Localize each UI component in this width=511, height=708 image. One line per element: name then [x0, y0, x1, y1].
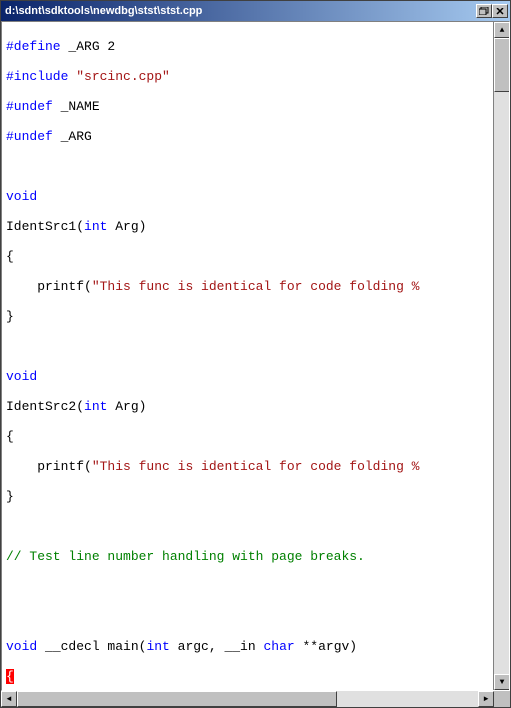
title-buttons: [476, 4, 508, 18]
code-line: }: [6, 489, 489, 504]
code-line: [6, 159, 489, 174]
code-line: {: [6, 249, 489, 264]
code-line-current: {: [6, 669, 489, 684]
vertical-scrollbar[interactable]: ▲ ▼: [493, 22, 509, 690]
code-line: #undef _ARG: [6, 129, 489, 144]
content-area: #define _ARG 2 #include "srcinc.cpp" #un…: [1, 21, 510, 691]
code-line: }: [6, 309, 489, 324]
scroll-down-button[interactable]: ▼: [494, 674, 510, 690]
hscroll-row: ◄ ►: [1, 691, 510, 707]
vscroll-track[interactable]: [494, 38, 509, 674]
editor-window: d:\sdnt\sdktools\newdbg\stst\stst.cpp #d…: [0, 0, 511, 708]
code-line: #include "srcinc.cpp": [6, 69, 489, 84]
close-button[interactable]: [492, 4, 508, 18]
code-line: void: [6, 369, 489, 384]
scroll-up-button[interactable]: ▲: [494, 22, 510, 38]
code-line: void: [6, 189, 489, 204]
code-line: #define _ARG 2: [6, 39, 489, 54]
code-line: printf("This func is identical for code …: [6, 459, 489, 474]
code-line: [6, 609, 489, 624]
horizontal-scrollbar[interactable]: ◄ ►: [1, 691, 494, 707]
vscroll-thumb[interactable]: [494, 38, 510, 92]
restore-button[interactable]: [476, 4, 492, 18]
code-editor[interactable]: #define _ARG 2 #include "srcinc.cpp" #un…: [2, 22, 493, 690]
triangle-down-icon: ▼: [500, 678, 505, 687]
scroll-right-button[interactable]: ►: [478, 691, 494, 707]
triangle-right-icon: ►: [484, 695, 489, 704]
scrollbar-corner: [494, 691, 510, 707]
code-line: void __cdecl main(int argc, __in char **…: [6, 639, 489, 654]
triangle-up-icon: ▲: [500, 26, 505, 35]
code-line: IdentSrc2(int Arg): [6, 399, 489, 414]
code-line: printf("This func is identical for code …: [6, 279, 489, 294]
code-line: // Test line number handling with page b…: [6, 549, 489, 564]
hscroll-track[interactable]: [17, 691, 478, 707]
code-line: #undef _NAME: [6, 99, 489, 114]
hscroll-thumb[interactable]: [17, 691, 337, 707]
code-line: [6, 339, 489, 354]
titlebar[interactable]: d:\sdnt\sdktools\newdbg\stst\stst.cpp: [1, 1, 510, 21]
scroll-left-button[interactable]: ◄: [1, 691, 17, 707]
code-line: {: [6, 429, 489, 444]
code-line: IdentSrc1(int Arg): [6, 219, 489, 234]
code-line: [6, 519, 489, 534]
triangle-left-icon: ◄: [7, 695, 12, 704]
code-line: [6, 579, 489, 594]
window-title: d:\sdnt\sdktools\newdbg\stst\stst.cpp: [3, 5, 202, 17]
